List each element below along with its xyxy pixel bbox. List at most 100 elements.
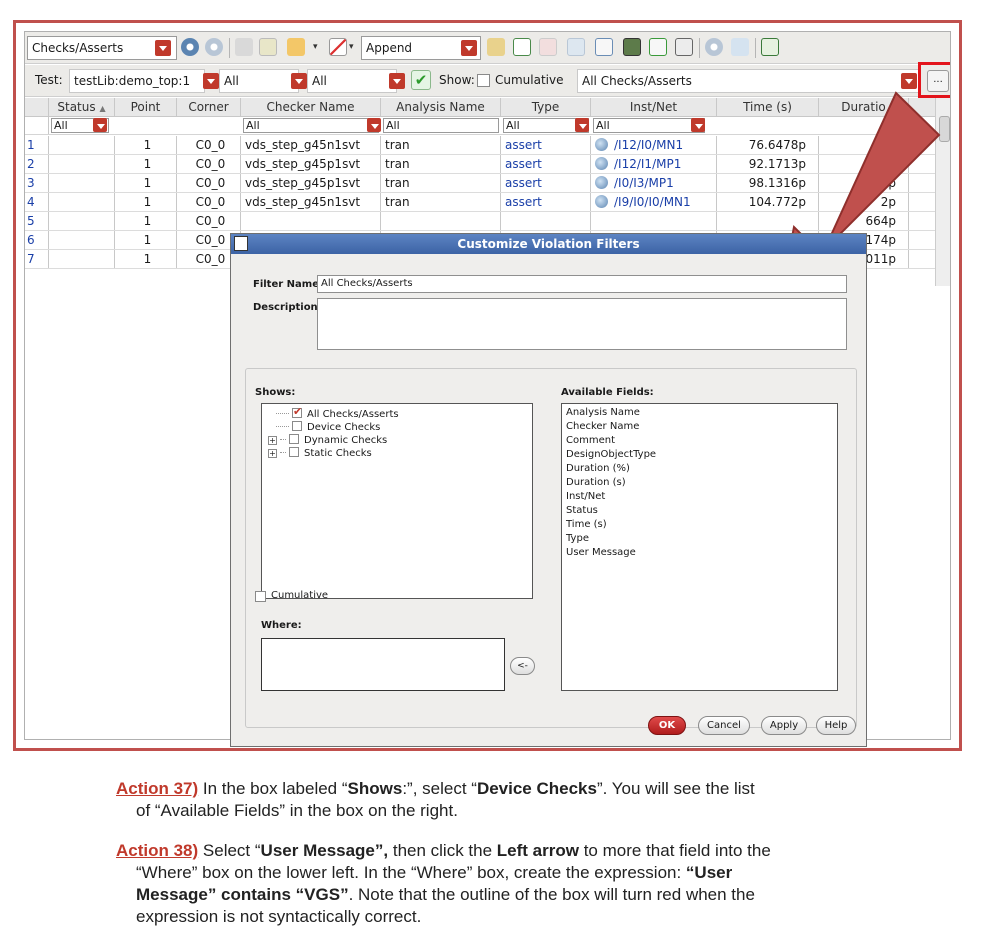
tree-item-static-checks[interactable]: + Static Checks: [268, 447, 372, 460]
status-filter-dropdown-icon[interactable]: [93, 118, 107, 132]
header-point[interactable]: Point: [115, 98, 177, 116]
network-icon[interactable]: [731, 38, 749, 56]
filter-set-select[interactable]: All Checks/Asserts: [577, 69, 919, 93]
tree-checkbox[interactable]: [292, 421, 302, 431]
test-dropdown-icon[interactable]: [203, 73, 219, 89]
wand-icon[interactable]: [487, 38, 505, 56]
apply-button[interactable]: Apply: [761, 716, 807, 735]
type-filter-dropdown-icon[interactable]: [575, 118, 589, 132]
tree-item-all-checks[interactable]: All Checks/Asserts: [276, 405, 399, 421]
ok-button[interactable]: OK: [648, 716, 686, 735]
toolbar-separator: [699, 38, 700, 58]
filter-name-input[interactable]: All Checks/Asserts: [317, 275, 847, 293]
cell-text: 2: [27, 157, 35, 171]
description-input[interactable]: [317, 298, 847, 350]
tree-checkbox-checked[interactable]: [292, 405, 302, 418]
compare-icon[interactable]: [567, 38, 585, 56]
inst-filter-dropdown-icon[interactable]: [691, 118, 705, 132]
tree-item-device-checks[interactable]: Device Checks: [276, 421, 380, 434]
available-field-item[interactable]: Time (s): [566, 518, 607, 532]
move-field-button[interactable]: <-: [510, 657, 535, 675]
available-field-item[interactable]: Duration (s): [566, 476, 626, 490]
cell-text: 3.(: [879, 138, 896, 152]
cell-point: 1: [115, 174, 177, 192]
scrollbar-thumb[interactable]: [939, 116, 950, 142]
checker-filter-dropdown-icon[interactable]: [367, 118, 381, 132]
header-inst-net[interactable]: Inst/Net: [591, 98, 717, 116]
available-field-item[interactable]: User Message: [566, 546, 636, 560]
available-field-item[interactable]: Comment: [566, 434, 615, 448]
tree-item-label: Dynamic Checks: [304, 435, 388, 446]
instance-icon: [595, 195, 608, 208]
available-field-item[interactable]: Analysis Name: [566, 406, 640, 420]
tree-checkbox[interactable]: [289, 447, 299, 457]
available-field-item[interactable]: Checker Name: [566, 420, 639, 434]
shows-tree[interactable]: All Checks/Asserts Device Checks + Dynami…: [261, 403, 533, 599]
cumulative-checkbox[interactable]: [477, 74, 490, 87]
tree-item-label: All Checks/Asserts: [307, 409, 399, 420]
forward-icon[interactable]: [205, 38, 223, 56]
list-icon[interactable]: [675, 38, 693, 56]
filter2-dropdown-icon[interactable]: [389, 73, 405, 89]
analysis-filter[interactable]: All: [383, 118, 499, 133]
header-checker-name[interactable]: Checker Name: [241, 98, 381, 116]
table-row[interactable]: 2 1 C0_0 vds_step_g45p1svt tran assert/I12/I1…: [25, 155, 935, 174]
header-time[interactable]: Time (s): [717, 98, 819, 116]
filter1-dropdown-icon[interactable]: [291, 73, 307, 89]
header-type[interactable]: Type: [501, 98, 591, 116]
filter-set-dropdown-icon[interactable]: [901, 73, 917, 89]
header-corner[interactable]: Corner: [177, 98, 241, 116]
header-analysis-name[interactable]: Analysis Name: [381, 98, 501, 116]
delete-icon[interactable]: [539, 38, 557, 56]
help-button[interactable]: Help: [816, 716, 856, 735]
header-duration[interactable]: Duratio: [819, 98, 909, 116]
filter1-select[interactable]: All: [219, 69, 299, 93]
expand-icon[interactable]: +: [268, 449, 277, 458]
target-icon[interactable]: [705, 38, 723, 56]
table-row[interactable]: 4 1 C0_0 vds_step_g45n1svt tran assert/I9/I0/…: [25, 193, 935, 212]
available-fields-label: Available Fields:: [561, 387, 654, 398]
available-field-item[interactable]: Status: [566, 504, 598, 518]
table-scrollbar[interactable]: [935, 98, 950, 286]
apply-check-icon[interactable]: ✔: [411, 70, 431, 90]
table-row[interactable]: 5 1 C0_0 664p: [25, 212, 935, 231]
edit-icon[interactable]: [513, 38, 531, 56]
tree-item-dynamic-checks[interactable]: + Dynamic Checks: [268, 434, 387, 447]
document-icon[interactable]: [595, 38, 613, 56]
cell-inst: /I12/I1/MP1: [591, 155, 717, 173]
header-status[interactable]: Status ▲: [49, 98, 115, 116]
spreadsheet-icon[interactable]: [761, 38, 779, 56]
available-field-item[interactable]: DesignObjectType: [566, 448, 656, 462]
mode-select-dropdown-icon[interactable]: [461, 40, 477, 56]
checker-filter[interactable]: All: [243, 118, 379, 133]
cell-text: C0_0: [195, 157, 226, 171]
inst-filter[interactable]: All: [593, 118, 705, 133]
monitor-icon[interactable]: [623, 38, 641, 56]
table-row[interactable]: 3 1 C0_0 vds_step_g45p1svt tran assert/I0/I3/…: [25, 174, 935, 193]
cancel-button[interactable]: Cancel: [698, 716, 750, 735]
table-row[interactable]: 1 1 C0_0 vds_step_g45n1svt tran assert/I12/I0…: [25, 136, 935, 155]
back-icon[interactable]: [181, 38, 199, 56]
tree-checkbox[interactable]: [289, 434, 299, 444]
table-header-row: Status ▲ Point Corner Checker Name Analy…: [25, 98, 935, 117]
a38-text: to more that field into the: [578, 841, 771, 860]
available-fields-list[interactable]: Analysis Name Checker Name Comment DesignOb…: [561, 403, 838, 691]
where-input[interactable]: [261, 638, 505, 691]
table-icon[interactable]: [259, 38, 277, 56]
run-icon[interactable]: [649, 38, 667, 56]
view-select-dropdown-icon[interactable]: [155, 40, 171, 56]
cell-status: [49, 250, 115, 268]
available-field-item[interactable]: Type: [566, 532, 589, 546]
filter2-select[interactable]: All: [307, 69, 397, 93]
export-icon[interactable]: [287, 38, 305, 56]
expand-icon[interactable]: +: [268, 436, 277, 445]
test-select[interactable]: testLib:demo_top:1: [69, 69, 205, 93]
chart-dropdown-icon[interactable]: ▾: [349, 38, 359, 56]
available-field-item[interactable]: Inst/Net: [566, 490, 605, 504]
dialog-cumulative-checkbox[interactable]: [255, 591, 266, 602]
cell-checker: vds_step_g45n1svt: [241, 193, 381, 211]
settings-icon[interactable]: [235, 38, 253, 56]
export-dropdown-icon[interactable]: ▾: [313, 38, 323, 56]
available-field-item[interactable]: Duration (%): [566, 462, 630, 476]
chart-icon[interactable]: [329, 38, 347, 56]
